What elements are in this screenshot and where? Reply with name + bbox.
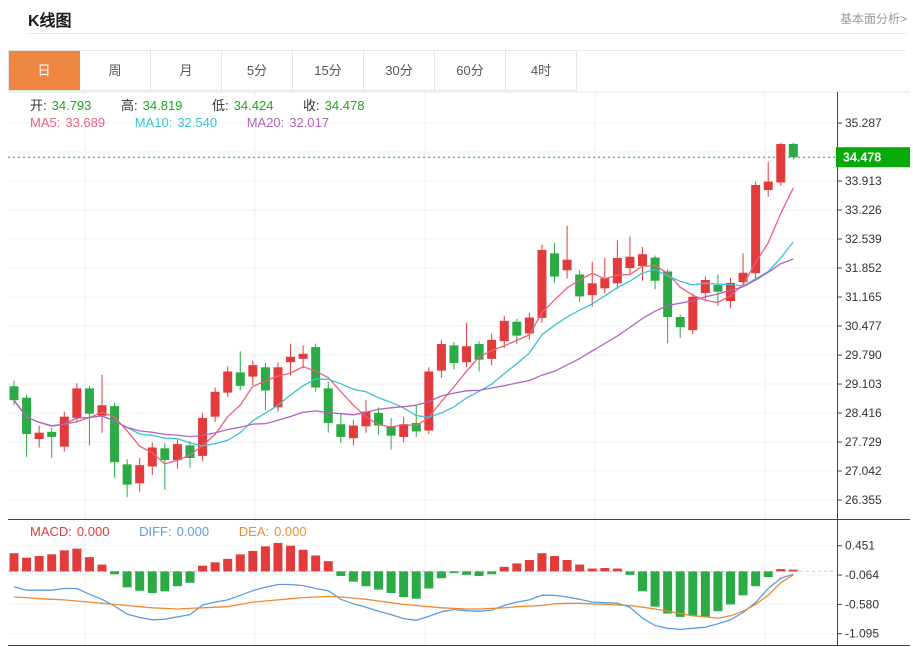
svg-text:32.539: 32.539 xyxy=(845,232,882,246)
svg-text:35.287: 35.287 xyxy=(845,116,882,130)
ma-info-row: MA5: 33.689 MA10: 32.540 MA20: 32.017 xyxy=(30,115,355,130)
macd-value: 0.000 xyxy=(76,524,110,539)
macd-readout: MACD: 0.000 xyxy=(30,524,110,539)
axis-layer: 35.28734.60033.91333.22632.53931.85231.1… xyxy=(8,91,910,646)
high-readout: 高: 34.819 xyxy=(121,98,183,113)
diff-value: 0.000 xyxy=(176,524,210,539)
svg-text:-1.095: -1.095 xyxy=(845,627,879,641)
tab-5min[interactable]: 5分 xyxy=(222,51,293,90)
ma5-value: 33.689 xyxy=(65,115,106,130)
svg-text:29.790: 29.790 xyxy=(845,348,882,362)
macd-layer xyxy=(9,542,798,631)
ma10-readout: MA10: 32.540 xyxy=(134,115,218,130)
svg-text:28.416: 28.416 xyxy=(845,406,882,420)
svg-text:30.477: 30.477 xyxy=(845,319,882,333)
grid-layer xyxy=(8,92,837,645)
svg-text:-0.580: -0.580 xyxy=(845,597,879,611)
svg-text:29.103: 29.103 xyxy=(845,377,882,391)
close-value: 34.478 xyxy=(324,98,365,113)
page-title: K线图 xyxy=(28,13,72,30)
svg-text:31.852: 31.852 xyxy=(845,261,882,275)
close-readout: 收: 34.478 xyxy=(303,98,365,113)
tab-day[interactable]: 日 xyxy=(9,51,80,90)
ma5-readout: MA5: 33.689 xyxy=(30,115,106,130)
low-value: 34.424 xyxy=(233,98,274,113)
header-divider xyxy=(28,33,907,34)
macd-info-row: MACD: 0.000 DIFF: 0.000 DEA: 0.000 xyxy=(30,524,333,539)
ma20-readout: MA20: 32.017 xyxy=(246,115,330,130)
tabs-extension-line xyxy=(578,50,906,51)
svg-text:26.355: 26.355 xyxy=(845,493,882,507)
svg-text:27.729: 27.729 xyxy=(845,435,882,449)
diff-readout: DIFF: 0.000 xyxy=(139,524,210,539)
svg-text:-0.064: -0.064 xyxy=(845,568,879,582)
timeframe-tabs: 日 周 月 5分 15分 30分 60分 4时 xyxy=(8,50,577,91)
tab-4hour[interactable]: 4时 xyxy=(506,51,576,90)
tab-60min[interactable]: 60分 xyxy=(435,51,506,90)
tab-30min[interactable]: 30分 xyxy=(364,51,435,90)
ohlc-info-row: 开: 34.793 高: 34.819 低: 34.424 收: 34.478 xyxy=(30,95,390,114)
svg-text:33.913: 33.913 xyxy=(845,174,882,188)
svg-text:31.165: 31.165 xyxy=(845,290,882,304)
svg-text:0.451: 0.451 xyxy=(845,539,875,553)
fundamental-analysis-link[interactable]: 基本面分析> xyxy=(840,10,907,27)
tab-week[interactable]: 周 xyxy=(80,51,151,90)
ma20-value: 32.017 xyxy=(289,115,330,130)
current-price-badge: 34.478 xyxy=(836,147,910,168)
tab-month[interactable]: 月 xyxy=(151,51,222,90)
svg-text:33.226: 33.226 xyxy=(845,203,882,217)
open-value: 34.793 xyxy=(51,98,92,113)
dea-readout: DEA: 0.000 xyxy=(238,524,307,539)
candles-layer xyxy=(9,142,798,498)
dea-value: 0.000 xyxy=(274,524,307,539)
svg-text:34.478: 34.478 xyxy=(843,151,881,165)
open-readout: 开: 34.793 xyxy=(30,98,92,113)
low-readout: 低: 34.424 xyxy=(212,98,274,113)
svg-text:27.042: 27.042 xyxy=(845,464,882,478)
ma10-value: 32.540 xyxy=(177,115,218,130)
tab-15min[interactable]: 15分 xyxy=(293,51,364,90)
high-value: 34.819 xyxy=(142,98,183,113)
